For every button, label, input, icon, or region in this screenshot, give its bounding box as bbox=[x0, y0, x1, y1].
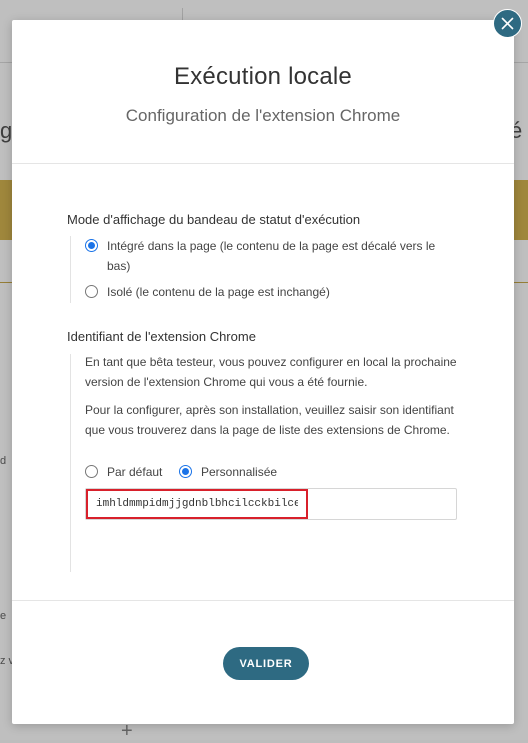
extension-id-instructions: Pour la configurer, après son installati… bbox=[85, 403, 454, 437]
display-mode-options: Intégré dans la page (le contenu de la p… bbox=[70, 236, 461, 303]
radio-unchecked-icon[interactable] bbox=[85, 285, 98, 298]
valider-button[interactable]: VALIDER bbox=[223, 647, 309, 680]
close-button[interactable] bbox=[493, 9, 522, 38]
display-mode-integre-option[interactable]: Intégré dans la page (le contenu de la p… bbox=[85, 236, 457, 276]
extension-id-custom-option[interactable]: Personnalisée bbox=[179, 462, 277, 482]
extension-id-field-container bbox=[85, 488, 457, 520]
extension-id-input[interactable] bbox=[86, 489, 308, 519]
display-mode-title: Mode d'affichage du bandeau de statut d'… bbox=[67, 212, 361, 227]
radio-checked-icon[interactable] bbox=[179, 465, 192, 478]
extension-id-section: En tant que bêta testeur, vous pouvez co… bbox=[70, 354, 461, 572]
modal-subtitle: Configuration de l'extension Chrome bbox=[125, 106, 401, 125]
extension-id-default-label: Par défaut bbox=[107, 465, 163, 479]
display-mode-isole-option[interactable]: Isolé (le contenu de la page est inchang… bbox=[85, 282, 457, 302]
extension-id-description: En tant que bêta testeur, vous pouvez co… bbox=[85, 355, 457, 389]
local-execution-modal: Exécution locale Configuration de l'exte… bbox=[12, 20, 514, 724]
radio-unchecked-icon[interactable] bbox=[85, 465, 98, 478]
display-mode-integre-label: Intégré dans la page (le contenu de la p… bbox=[107, 239, 436, 273]
extension-id-default-option[interactable]: Par défaut bbox=[85, 462, 162, 482]
close-icon bbox=[501, 17, 514, 30]
modal-header: Exécution locale Configuration de l'exte… bbox=[12, 20, 514, 164]
radio-checked-icon[interactable] bbox=[85, 239, 98, 252]
extension-id-custom-label: Personnalisée bbox=[201, 465, 278, 479]
modal-body: Mode d'affichage du bandeau de statut d'… bbox=[12, 164, 514, 601]
modal-footer: VALIDER bbox=[12, 601, 514, 725]
display-mode-isole-label: Isolé (le contenu de la page est inchang… bbox=[107, 285, 330, 299]
extension-id-title: Identifiant de l'extension Chrome bbox=[67, 329, 256, 344]
modal-title: Exécution locale bbox=[174, 63, 352, 90]
